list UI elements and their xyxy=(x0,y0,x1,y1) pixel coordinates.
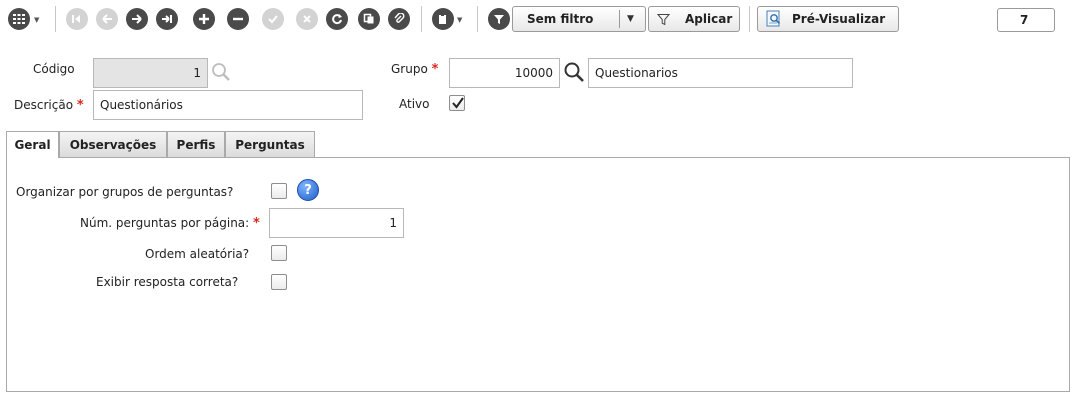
descricao-value: Questionários xyxy=(100,98,183,112)
chevron-down-icon[interactable]: ▼ xyxy=(34,16,39,24)
confirm-icon[interactable] xyxy=(262,8,284,30)
descricao-label: Descrição * xyxy=(14,98,84,113)
copy-icon[interactable] xyxy=(358,8,380,30)
required-marker: * xyxy=(253,216,260,231)
help-icon[interactable]: ? xyxy=(297,179,319,201)
tab-label: Observações xyxy=(69,137,157,152)
toolbar-separator xyxy=(749,6,750,32)
num-perguntas-label-text: Núm. perguntas por página: xyxy=(80,216,250,230)
page-number: 7 xyxy=(1020,13,1029,27)
grupo-code-value: 10000 xyxy=(514,66,553,80)
page-number-box[interactable]: 7 xyxy=(997,8,1055,32)
exibir-resposta-checkbox[interactable] xyxy=(271,274,287,290)
codigo-label: Código xyxy=(33,62,75,76)
num-perguntas-value: 1 xyxy=(389,216,397,230)
grupo-label: Grupo * xyxy=(391,62,438,77)
preview-label: Pré-Visualizar xyxy=(792,12,886,26)
codigo-field: 1 xyxy=(93,58,208,88)
grid-menu-icon[interactable] xyxy=(8,8,30,30)
previous-record-icon[interactable] xyxy=(96,8,118,30)
grupo-name-field: Questionarios xyxy=(588,58,853,88)
organizar-checkbox[interactable] xyxy=(271,183,287,199)
search-icon[interactable] xyxy=(563,61,585,83)
exibir-resposta-label: Exibir resposta correta? xyxy=(96,275,239,289)
refresh-icon[interactable] xyxy=(326,8,348,30)
next-record-icon[interactable] xyxy=(126,8,148,30)
required-marker: * xyxy=(76,98,84,113)
num-perguntas-input[interactable]: 1 xyxy=(269,208,404,238)
chevron-down-icon[interactable]: ▼ xyxy=(457,16,462,24)
tab-perguntas[interactable]: Perguntas xyxy=(225,131,315,157)
grupo-label-text: Grupo xyxy=(391,62,428,76)
descricao-input[interactable]: Questionários xyxy=(93,90,363,120)
ordem-aleatoria-label: Ordem aleatória? xyxy=(145,247,250,261)
first-record-icon[interactable] xyxy=(66,8,88,30)
checkmark-icon xyxy=(452,97,464,109)
add-record-icon[interactable] xyxy=(193,8,215,30)
toolbar-separator xyxy=(421,6,422,32)
cancel-icon[interactable] xyxy=(296,8,318,30)
filter-select[interactable]: Sem filtro ▼ xyxy=(512,6,646,32)
ativo-checkbox[interactable] xyxy=(449,95,465,111)
codigo-value: 1 xyxy=(193,66,201,80)
tab-perfis[interactable]: Perfis xyxy=(167,131,225,157)
toolbar-separator xyxy=(55,6,56,32)
tab-observacoes[interactable]: Observações xyxy=(59,131,167,157)
remove-record-icon[interactable] xyxy=(227,8,249,30)
toolbar-separator xyxy=(477,6,478,32)
preview-document-icon xyxy=(766,10,781,27)
funnel-outline-icon xyxy=(657,14,670,26)
organizar-label: Organizar por grupos de perguntas? xyxy=(16,185,234,199)
tab-label: Perfis xyxy=(176,137,216,152)
filter-funnel-icon[interactable] xyxy=(488,8,510,30)
help-glyph: ? xyxy=(304,182,312,198)
grupo-name-value: Questionarios xyxy=(595,66,678,80)
grupo-code-input[interactable]: 10000 xyxy=(449,58,560,88)
apply-filter-button[interactable]: Aplicar xyxy=(648,6,740,32)
ordem-aleatoria-checkbox[interactable] xyxy=(271,245,287,261)
tab-label: Perguntas xyxy=(235,137,305,152)
filter-select-value: Sem filtro xyxy=(527,12,594,26)
chevron-down-icon: ▼ xyxy=(627,14,634,24)
last-record-icon[interactable] xyxy=(156,8,178,30)
filter-select-divider xyxy=(619,10,620,28)
preview-button[interactable]: Pré-Visualizar xyxy=(757,6,899,32)
clipboard-icon[interactable] xyxy=(432,8,454,30)
required-marker: * xyxy=(431,62,439,77)
ativo-label: Ativo xyxy=(399,97,430,111)
search-icon[interactable] xyxy=(211,62,231,82)
tab-geral[interactable]: Geral xyxy=(6,131,59,158)
descricao-label-text: Descrição xyxy=(14,98,74,112)
tab-label: Geral xyxy=(14,138,51,152)
attach-icon[interactable] xyxy=(388,8,410,30)
apply-filter-label: Aplicar xyxy=(685,12,733,26)
num-perguntas-label: Núm. perguntas por página: * xyxy=(80,216,260,231)
